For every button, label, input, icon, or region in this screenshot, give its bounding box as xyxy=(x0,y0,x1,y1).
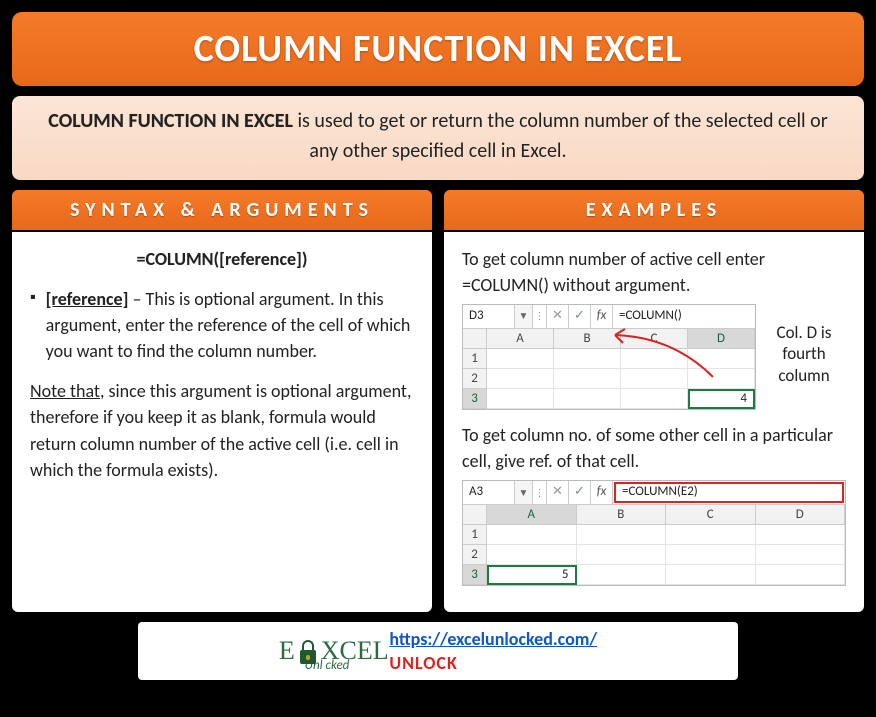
check-icon: ✓ xyxy=(569,481,591,504)
row-header: 1 xyxy=(463,525,487,545)
active-cell: 5 xyxy=(487,565,577,585)
example-note: Col. D is fourth column xyxy=(762,304,846,386)
dots-icon: ⋮ xyxy=(533,305,547,328)
examples-body: To get column number of active cell ente… xyxy=(444,230,864,612)
row-header-active: 3 xyxy=(463,565,487,585)
row-header: 2 xyxy=(463,369,487,389)
excel-screenshot-2: A3 ▼ ⋮ ✕ ✓ fx =COLUMN(E2) A B C D xyxy=(462,480,846,586)
title-banner: COLUMN FUNCTION IN EXCEL xyxy=(12,12,864,86)
footer: E XCEL Unl cked https://excelunlocked.co… xyxy=(138,622,738,680)
col-header: C xyxy=(621,329,688,349)
formula-text: =COLUMN() xyxy=(613,305,755,328)
name-box: A3 xyxy=(463,481,515,504)
spreadsheet-grid: A B C D 1 2 3 4 xyxy=(463,329,755,409)
check-icon: ✓ xyxy=(569,305,591,328)
dropdown-icon: ▼ xyxy=(515,305,533,328)
row-header: 2 xyxy=(463,545,487,565)
corner-cell xyxy=(463,505,487,525)
formula-text-highlighted: =COLUMN(E2) xyxy=(614,482,844,503)
col-header: A xyxy=(487,329,554,349)
fx-icon: fx xyxy=(591,305,613,328)
example-desc-2: To get column no. of some other cell in … xyxy=(462,422,846,474)
syntax-header: SYNTAX & ARGUMENTS xyxy=(12,190,432,230)
intro-bold-title: COLUMN FUNCTION IN EXCEL xyxy=(48,109,293,133)
syntax-section: SYNTAX & ARGUMENTS =COLUMN([reference]) … xyxy=(12,190,432,612)
examples-header: EXAMPLES xyxy=(444,190,864,230)
spreadsheet-grid: A B C D 1 2 3 5 xyxy=(463,505,845,585)
fx-icon: fx xyxy=(591,481,613,504)
col-header-active: A xyxy=(487,505,577,525)
bullet-icon: ▪ xyxy=(30,286,36,364)
footer-text: https://excelunlocked.com/ UNLOCK xyxy=(389,628,597,674)
page-title: COLUMN FUNCTION IN EXCEL xyxy=(12,26,864,72)
example-desc-1: To get column number of active cell ente… xyxy=(462,246,846,298)
dropdown-icon: ▼ xyxy=(515,481,533,504)
col-header-active: D xyxy=(688,329,755,349)
excel-example-1: D3 ▼ ⋮ ✕ ✓ fx =COLUMN() A B C D 1 xyxy=(462,304,846,410)
row-header-active: 3 xyxy=(463,389,487,409)
syntax-note: Note that, since this argument is option… xyxy=(30,378,414,482)
col-header: D xyxy=(756,505,846,525)
content-columns: SYNTAX & ARGUMENTS =COLUMN([reference]) … xyxy=(12,190,864,612)
cancel-icon: ✕ xyxy=(547,305,569,328)
footer-unlock: UNLOCK xyxy=(389,652,597,674)
excel-screenshot-1: D3 ▼ ⋮ ✕ ✓ fx =COLUMN() A B C D 1 xyxy=(462,304,756,410)
examples-section: EXAMPLES To get column number of active … xyxy=(444,190,864,612)
formula-bar: A3 ▼ ⋮ ✕ ✓ fx =COLUMN(E2) xyxy=(463,481,845,505)
excel-example-2: A3 ▼ ⋮ ✕ ✓ fx =COLUMN(E2) A B C D xyxy=(462,480,846,586)
syntax-body: =COLUMN([reference]) ▪ [reference] – Thi… xyxy=(12,230,432,612)
logo-letter-e: E xyxy=(279,636,295,666)
corner-cell xyxy=(463,329,487,349)
active-cell: 4 xyxy=(688,389,755,409)
formula-bar: D3 ▼ ⋮ ✕ ✓ fx =COLUMN() xyxy=(463,305,755,329)
intro-box: COLUMN FUNCTION IN EXCEL is used to get … xyxy=(12,96,864,180)
syntax-formula: =COLUMN([reference]) xyxy=(30,246,414,272)
col-header: C xyxy=(666,505,756,525)
row-header: 1 xyxy=(463,349,487,369)
name-box: D3 xyxy=(463,305,515,328)
note-prefix: Note that xyxy=(30,380,100,402)
argument-item: ▪ [reference] – This is optional argumen… xyxy=(30,286,414,364)
dots-icon: ⋮ xyxy=(533,481,547,504)
col-header: B xyxy=(577,505,667,525)
col-header: B xyxy=(554,329,621,349)
footer-link[interactable]: https://excelunlocked.com/ xyxy=(389,628,597,650)
cancel-icon: ✕ xyxy=(547,481,569,504)
padlock-icon xyxy=(297,638,319,664)
argument-name: [reference] xyxy=(46,288,129,310)
intro-text: is used to get or return the column numb… xyxy=(293,109,828,163)
